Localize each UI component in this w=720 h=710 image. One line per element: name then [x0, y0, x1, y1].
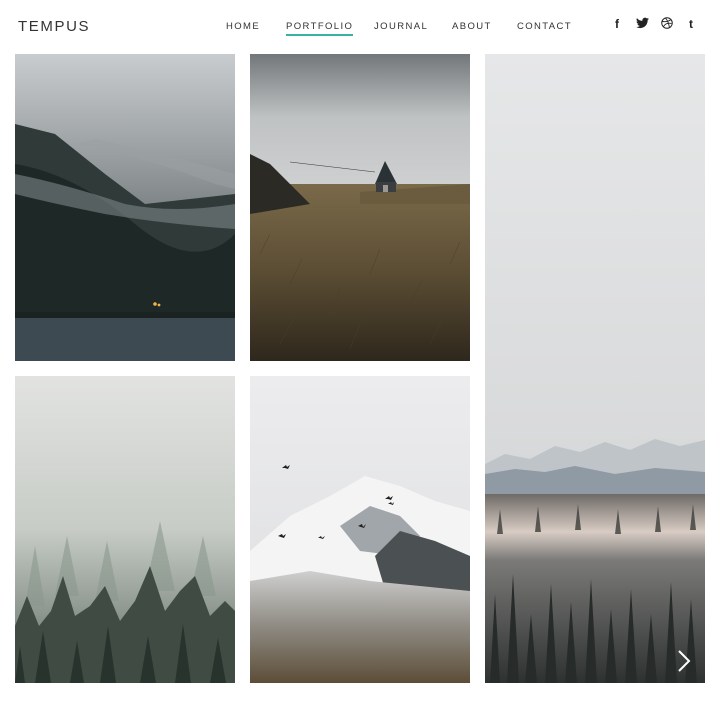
nav-about[interactable]: ABOUT [452, 21, 492, 32]
gallery-tile-misty-forest-lake[interactable] [15, 54, 235, 361]
nav-home[interactable]: HOME [226, 21, 260, 32]
chevron-right-icon [678, 650, 691, 672]
nav-contact[interactable]: CONTACT [517, 21, 572, 32]
nav-portfolio[interactable]: PORTFOLIO [286, 21, 354, 36]
facebook-icon[interactable]: f [610, 17, 624, 31]
gallery-tile-hut-in-grass[interactable] [250, 54, 470, 361]
foggy-pines-image [15, 376, 235, 683]
gallery-tile-birds-over-mountain[interactable] [250, 376, 470, 683]
misty-forest-lake-image [15, 54, 235, 361]
gallery-tile-foggy-pines[interactable] [15, 376, 235, 683]
birds-over-mountain-image [250, 376, 470, 683]
gallery-tile-snowy-mountain-forest[interactable] [485, 54, 705, 683]
twitter-icon[interactable] [635, 17, 649, 32]
dribbble-icon[interactable] [660, 17, 674, 32]
gallery-next-arrow[interactable] [674, 648, 694, 674]
hut-in-grass-image [250, 54, 470, 361]
site-header: TEMPUS HOME PORTFOLIO JOURNAL ABOUT CONT… [0, 0, 720, 54]
snowy-mountain-forest-image [485, 54, 705, 683]
tumblr-icon[interactable]: t [684, 17, 698, 31]
nav-journal[interactable]: JOURNAL [374, 21, 428, 32]
